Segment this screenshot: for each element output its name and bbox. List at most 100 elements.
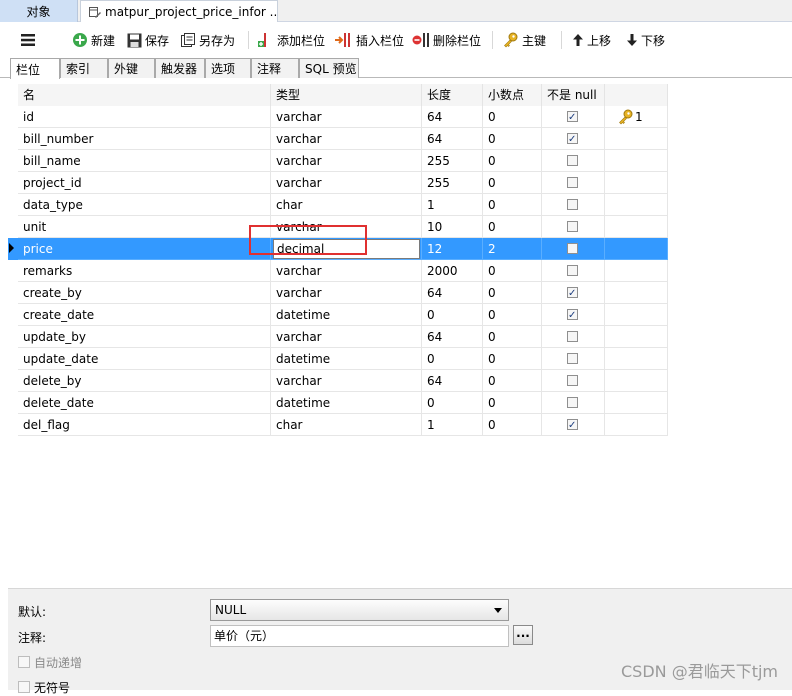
not-null-checkbox[interactable] [567,243,578,254]
cell-key[interactable] [605,348,668,370]
cell-decimals[interactable]: 0 [483,326,542,348]
tab-options[interactable]: 选项 [205,58,251,78]
tab-triggers[interactable]: 触发器 [155,58,205,78]
not-null-checkbox[interactable] [567,265,578,276]
cell-name[interactable]: bill_number [18,128,271,150]
not-null-checkbox[interactable] [567,177,578,188]
header-length[interactable]: 长度 [422,84,483,106]
cell-type[interactable]: datetime [271,304,422,326]
cell-key[interactable] [605,172,668,194]
cell-name[interactable]: unit [18,216,271,238]
not-null-checkbox[interactable] [567,331,578,342]
cell-length[interactable]: 1 [422,414,483,436]
cell-name[interactable]: id [18,106,271,128]
primary-key-button[interactable]: 主键 [503,30,546,50]
comment-ellipsis-button[interactable]: ... [513,625,533,645]
not-null-checkbox[interactable] [567,221,578,232]
table-row[interactable]: update_date datetime 0 0 [8,348,668,370]
table-row[interactable]: create_by varchar 64 0 [8,282,668,304]
cell-length[interactable]: 0 [422,348,483,370]
cell-key[interactable]: 1 [605,106,668,128]
not-null-checkbox[interactable] [567,415,578,435]
delete-column-button[interactable]: 删除栏位 [412,30,481,50]
table-row[interactable]: bill_number varchar 64 0 [8,128,668,150]
cell-type[interactable]: varchar [271,172,422,194]
cell-type[interactable]: datetime [271,348,422,370]
cell-length[interactable]: 64 [422,326,483,348]
cell-key[interactable] [605,392,668,414]
cell-decimals[interactable]: 0 [483,216,542,238]
table-row[interactable]: create_date datetime 0 0 [8,304,668,326]
cell-key[interactable] [605,128,668,150]
table-row[interactable]: remarks varchar 2000 0 [8,260,668,282]
tab-comment[interactable]: 注释 [251,58,299,78]
new-button[interactable]: 新建 [72,30,115,50]
tab-sql-preview[interactable]: SQL 预览 [299,58,359,78]
cell-key[interactable] [605,150,668,172]
cell-name[interactable]: remarks [18,260,271,282]
cell-key[interactable] [605,282,668,304]
cell-length[interactable]: 0 [422,392,483,414]
cell-key[interactable] [605,238,668,260]
cell-length[interactable]: 2000 [422,260,483,282]
table-row[interactable]: bill_name varchar 255 0 [8,150,668,172]
cell-key[interactable] [605,260,668,282]
tab-foreign-keys[interactable]: 外键 [108,58,155,78]
unsigned-checkbox[interactable] [18,681,30,693]
not-null-checkbox[interactable] [567,199,578,210]
cell-type[interactable]: varchar [271,128,422,150]
cell-name[interactable]: delete_by [18,370,271,392]
table-row[interactable]: idvarchar640 1 [8,106,668,128]
not-null-checkbox[interactable] [567,107,578,127]
cell-type[interactable]: char [271,194,422,216]
not-null-checkbox[interactable] [567,129,578,149]
cell-decimals[interactable]: 0 [483,172,542,194]
cell-name[interactable]: bill_name [18,150,271,172]
cell-decimals[interactable]: 2 [483,238,542,260]
cell-decimals[interactable]: 0 [483,304,542,326]
cell-type[interactable]: char [271,414,422,436]
cell-decimals[interactable]: 0 [483,128,542,150]
cell-length[interactable]: 1 [422,194,483,216]
cell-decimals[interactable]: 0 [483,370,542,392]
save-as-button[interactable]: 另存为 [181,30,235,50]
cell-name[interactable]: update_date [18,348,271,370]
tab-indexes[interactable]: 索引 [60,58,108,78]
cell-decimals[interactable]: 0 [483,260,542,282]
cell-length[interactable]: 10 [422,216,483,238]
cell-decimals[interactable]: 0 [483,392,542,414]
cell-decimals[interactable]: 0 [483,414,542,436]
default-select[interactable]: NULL [210,599,509,621]
cell-name[interactable]: data_type [18,194,271,216]
tab-fields[interactable]: 栏位 [10,58,60,79]
header-type[interactable]: 类型 [271,84,422,106]
cell-type[interactable]: varchar [271,260,422,282]
cell-name[interactable]: update_by [18,326,271,348]
not-null-checkbox[interactable] [567,353,578,364]
cell-length[interactable]: 255 [422,150,483,172]
cell-decimals[interactable]: 0 [483,150,542,172]
cell-name[interactable]: price [18,238,271,260]
cell-key[interactable] [605,414,668,436]
cell-type[interactable]: varchar [271,282,422,304]
table-row[interactable]: update_by varchar 64 0 [8,326,668,348]
tab-objects[interactable]: 对象 [0,0,78,22]
cell-length[interactable]: 64 [422,106,483,128]
cell-type[interactable]: datetime [271,392,422,414]
table-row[interactable]: delete_by varchar 64 0 [8,370,668,392]
table-row[interactable]: delete_date datetime 0 0 [8,392,668,414]
cell-type[interactable]: varchar [271,150,422,172]
cell-type[interactable]: varchar [271,106,422,128]
cell-length[interactable]: 12 [422,238,483,260]
not-null-checkbox[interactable] [567,283,578,303]
cell-key[interactable] [605,370,668,392]
cell-length[interactable]: 64 [422,370,483,392]
cell-key[interactable] [605,194,668,216]
cell-name[interactable]: create_by [18,282,271,304]
cell-name[interactable]: create_date [18,304,271,326]
header-decimals[interactable]: 小数点 [483,84,542,106]
cell-decimals[interactable]: 0 [483,348,542,370]
move-up-button[interactable]: 上移 [572,30,611,50]
cell-length[interactable]: 64 [422,282,483,304]
table-row[interactable]: del_flag char 1 0 [8,414,668,436]
